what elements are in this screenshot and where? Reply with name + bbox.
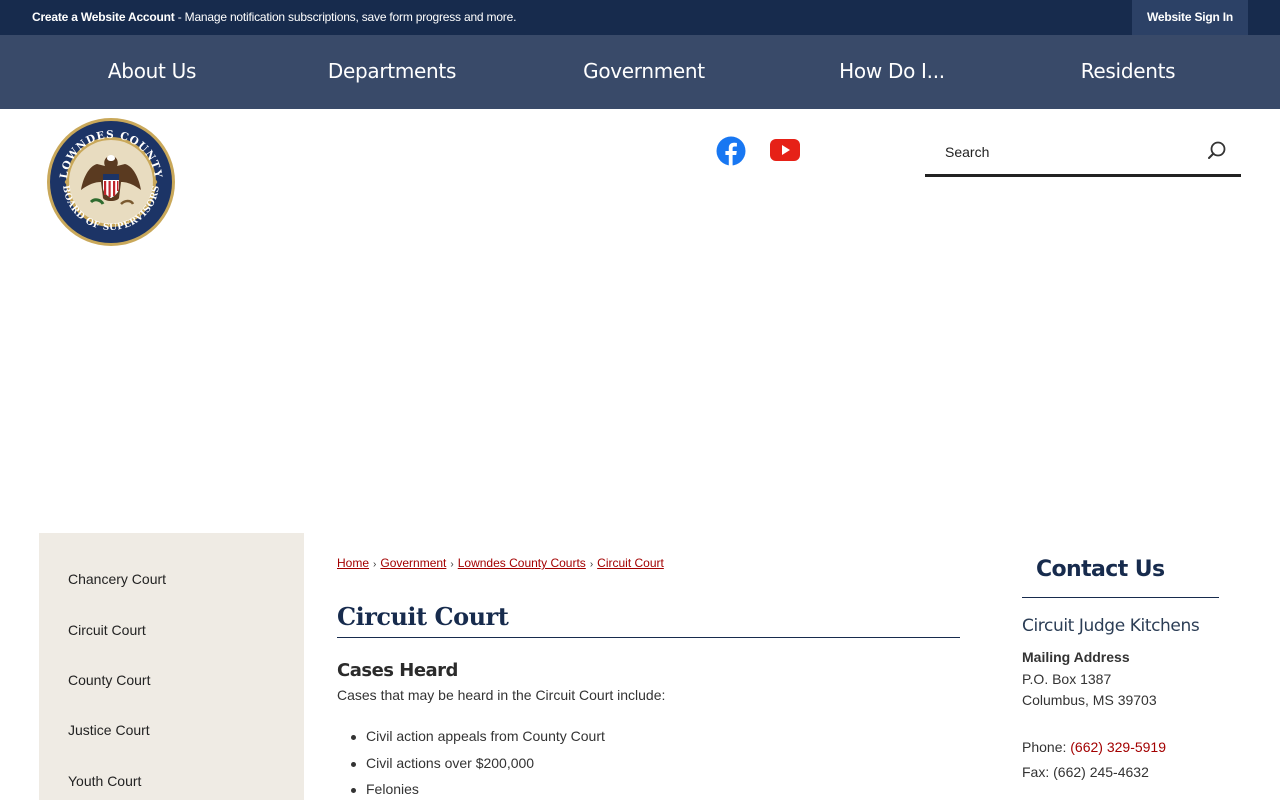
breadcrumb-separator: › — [450, 559, 454, 570]
cases-heard-heading: Cases Heard — [337, 660, 458, 681]
search-input[interactable] — [925, 130, 1195, 174]
main-nav: About Us Departments Government How Do I… — [0, 35, 1280, 109]
sidebar-nav: Chancery Court Circuit Court County Cour… — [39, 533, 304, 800]
create-account-label[interactable]: Create a Website Account — [32, 10, 175, 24]
nav-item-residents[interactable]: Residents — [1068, 35, 1188, 109]
address-line-1: P.O. Box 1387 — [1022, 671, 1112, 687]
breadcrumb-separator: › — [589, 559, 594, 570]
breadcrumb: Home › Government › Lowndes County Courts › Ci… — [337, 556, 664, 570]
create-account-desc: - Manage notification subscriptions, sav… — [174, 10, 517, 24]
mailing-address-heading: Mailing Address — [1022, 649, 1130, 665]
youtube-icon[interactable] — [770, 139, 800, 161]
sidebar-item-circuit-court[interactable]: Circuit Court — [68, 622, 146, 638]
sidebar-item-chancery-court[interactable]: Chancery Court — [68, 571, 166, 587]
phone-link[interactable]: (662) 329-5919 — [1070, 739, 1166, 755]
list-item: Civil action appeals from County Court — [351, 728, 605, 755]
facebook-icon[interactable] — [716, 136, 746, 166]
contact-divider — [1022, 597, 1219, 598]
breadcrumb-lowndes-county-courts[interactable]: Lowndes County Courts — [458, 556, 586, 570]
phone-line: Phone: (662) 329-5919 — [1022, 739, 1166, 755]
contact-name: Circuit Judge Kitchens — [1022, 616, 1200, 636]
sidebar-item-youth-court[interactable]: Youth Court — [68, 773, 141, 789]
search-box — [925, 130, 1241, 177]
search-icon[interactable] — [1207, 140, 1229, 162]
list-item: Felonies — [351, 781, 605, 800]
breadcrumb-separator: › — [373, 559, 377, 570]
cases-intro-text: Cases that may be heard in the Circuit C… — [337, 687, 666, 703]
address-line-2: Columbus, MS 39703 — [1022, 692, 1157, 708]
breadcrumb-government[interactable]: Government — [380, 556, 446, 570]
breadcrumb-home[interactable]: Home — [337, 556, 369, 570]
nav-item-about-us[interactable]: About Us — [92, 35, 212, 109]
sidebar-item-county-court[interactable]: County Court — [68, 672, 150, 688]
fax-line: Fax: (662) 245-4632 — [1022, 764, 1149, 780]
nav-item-departments[interactable]: Departments — [320, 35, 464, 109]
nav-item-how-do-i[interactable]: How Do I... — [830, 35, 954, 109]
page-title: Circuit Court — [337, 602, 960, 638]
nav-item-government[interactable]: Government — [574, 35, 714, 109]
top-bar: Create a Website Account - Manage notifi… — [0, 0, 1280, 35]
cases-list: Civil action appeals from County Court C… — [351, 728, 605, 800]
seal-graphic: LOWNDES COUNTY BOARD OF SUPERVISORS — [47, 118, 175, 246]
contact-us-heading: Contact Us — [1036, 557, 1165, 582]
create-account-link[interactable]: Create a Website Account - Manage notifi… — [32, 10, 516, 24]
sidebar-item-justice-court[interactable]: Justice Court — [68, 722, 150, 738]
sign-in-button[interactable]: Website Sign In — [1132, 0, 1248, 35]
phone-label: Phone: — [1022, 739, 1071, 755]
county-seal-logo[interactable]: LOWNDES COUNTY BOARD OF SUPERVISORS — [45, 116, 177, 248]
breadcrumb-circuit-court[interactable]: Circuit Court — [597, 556, 664, 570]
list-item: Civil actions over $200,000 — [351, 755, 605, 782]
